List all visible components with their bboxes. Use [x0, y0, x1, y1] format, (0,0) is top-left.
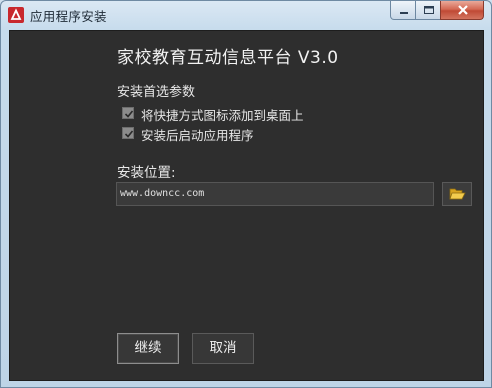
browse-button[interactable] — [442, 182, 472, 206]
continue-button[interactable]: 继续 — [117, 333, 179, 364]
app-installer-icon — [8, 7, 24, 23]
minimize-button[interactable] — [390, 1, 416, 20]
options-section-label: 安装首选参数 — [117, 85, 196, 100]
installer-panel: 家校教育互动信息平台 V3.0 安装首选参数 将快捷方式图标添加到桌面上 安装后… — [9, 30, 484, 381]
maximize-button[interactable] — [415, 1, 441, 20]
install-path-input[interactable]: www.downcc.com — [116, 182, 434, 206]
close-button[interactable] — [440, 1, 484, 20]
installer-window: 应用程序安装 家校教育互动信息平台 V3.0 安装首选参数 将快捷方式图标添加到… — [0, 0, 492, 388]
launch-after-install-label: 安装后启动应用程序 — [141, 128, 254, 143]
desktop-shortcut-checkbox[interactable] — [122, 107, 134, 119]
title-bar[interactable]: 应用程序安装 — [1, 1, 491, 28]
install-location-label: 安装位置: — [117, 165, 176, 181]
launch-after-install-checkbox[interactable] — [122, 127, 134, 139]
cancel-button[interactable]: 取消 — [192, 333, 254, 364]
desktop-shortcut-label: 将快捷方式图标添加到桌面上 — [141, 108, 304, 123]
window-title: 应用程序安装 — [30, 9, 107, 24]
product-title: 家校教育互动信息平台 V3.0 — [117, 48, 339, 68]
